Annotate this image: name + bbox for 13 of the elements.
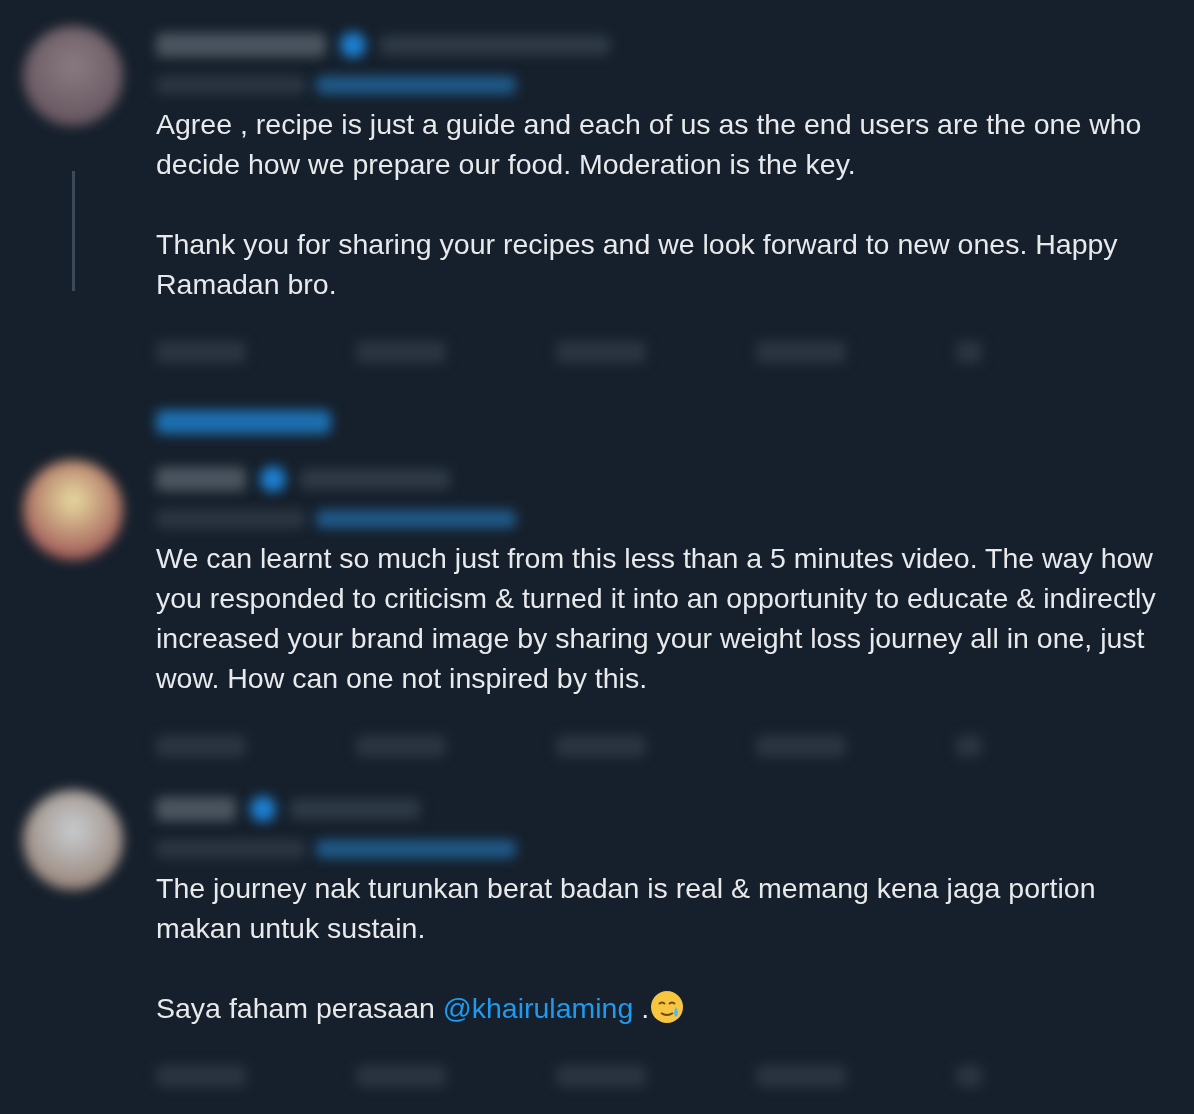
blurred-link[interactable] (156, 410, 331, 434)
avatar[interactable] (23, 790, 123, 890)
tweet-text: The journey nak turunkan berat badan is real & memang kena jaga portion makan untuk sustain. (156, 871, 1097, 946)
emoji-icon (649, 989, 686, 1025)
blurred-badge (340, 32, 366, 58)
blurred-badge (250, 796, 276, 822)
mention-link[interactable]: @khairulaming (442, 992, 634, 1024)
tweet-text: Thank you for sharing your recipes and we look forward to new ones. Happy Ramadan bro. (156, 227, 1119, 302)
blurred-badge (260, 466, 286, 492)
tweet-text: We can learnt so much just from this less than a 5 minutes video. The way how you responded to criticism & turned it into an opportunity to educate & indirectly increased your brand image by sharing your weight loss journey all in one, just wow. How can one not inspired by this. (156, 541, 1157, 696)
tweet-text: Agree , recipe is just a guide and each of us as the end users are the one who decide how we prepare our food. Moderation is the key. (156, 107, 1143, 182)
tweet-text: Saya faham perasaan @khairulaming . (156, 988, 1176, 1028)
avatar[interactable] (23, 460, 123, 560)
